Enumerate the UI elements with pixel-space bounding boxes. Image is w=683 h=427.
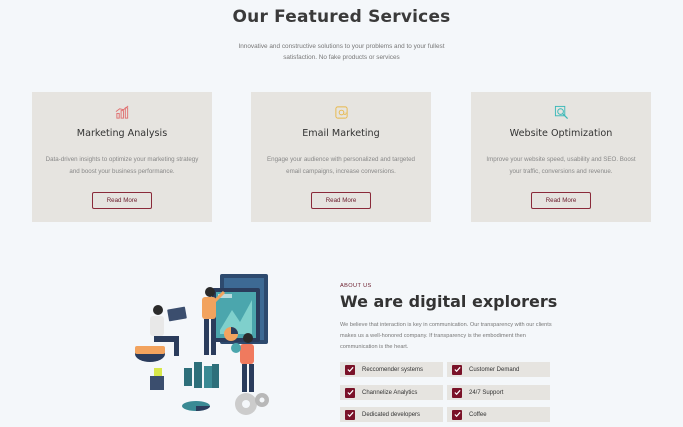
feature-label: 24/7 Support bbox=[469, 389, 504, 396]
feature-item: Reccomender systems bbox=[340, 362, 443, 377]
card-title: Marketing Analysis bbox=[76, 128, 168, 139]
read-more-button[interactable]: Read More bbox=[311, 192, 371, 209]
card-description: Data-driven insights to optimize your ma… bbox=[45, 156, 199, 175]
feature-label: Dedicated developers bbox=[362, 411, 421, 418]
card-description: Improve your website speed, usability an… bbox=[486, 156, 636, 175]
card-description: Engage your audience with personalized a… bbox=[267, 156, 415, 175]
about-heading: We are digital explorers bbox=[340, 292, 558, 311]
service-card-email-marketing: Email Marketing Engage your audience wit… bbox=[251, 92, 431, 222]
read-more-button[interactable]: Read More bbox=[92, 192, 152, 209]
services-heading: Our Featured Services bbox=[232, 7, 451, 27]
service-card-website-optimization: Website Optimization Improve your websit… bbox=[471, 92, 651, 222]
checkmark-icon bbox=[345, 364, 355, 375]
feature-item: Channelize Analytics bbox=[340, 385, 443, 400]
checkmark-icon bbox=[345, 387, 355, 398]
service-card-marketing-analysis: Marketing Analysis Data-driven insights … bbox=[32, 92, 212, 222]
read-more-button[interactable]: Read More bbox=[531, 192, 591, 209]
checkmark-icon bbox=[452, 364, 462, 375]
feature-item: 24/7 Support bbox=[447, 385, 550, 400]
feature-item: Coffee bbox=[447, 407, 550, 422]
search-web-icon bbox=[554, 105, 569, 120]
checkmark-icon bbox=[345, 409, 355, 420]
checkmark-icon bbox=[452, 387, 462, 398]
feature-label: Reccomender systems bbox=[362, 366, 424, 373]
feature-label: Coffee bbox=[469, 411, 487, 418]
chart-icon bbox=[115, 105, 129, 119]
about-us-label: ABOUT US bbox=[340, 283, 372, 289]
about-description: We believe that interaction is key in co… bbox=[340, 322, 552, 350]
card-title: Website Optimization bbox=[509, 128, 613, 139]
feature-label: Customer Demand bbox=[469, 366, 520, 373]
card-title: Email Marketing bbox=[302, 128, 380, 139]
feature-item: Dedicated developers bbox=[340, 407, 443, 422]
checkmark-icon bbox=[452, 409, 462, 420]
feature-label: Channelize Analytics bbox=[362, 389, 418, 396]
services-subtitle: Innovative and constructive solutions to… bbox=[238, 43, 445, 61]
digital-team-illustration bbox=[135, 274, 269, 415]
feature-item: Customer Demand bbox=[447, 362, 550, 377]
mail-icon bbox=[335, 106, 348, 119]
